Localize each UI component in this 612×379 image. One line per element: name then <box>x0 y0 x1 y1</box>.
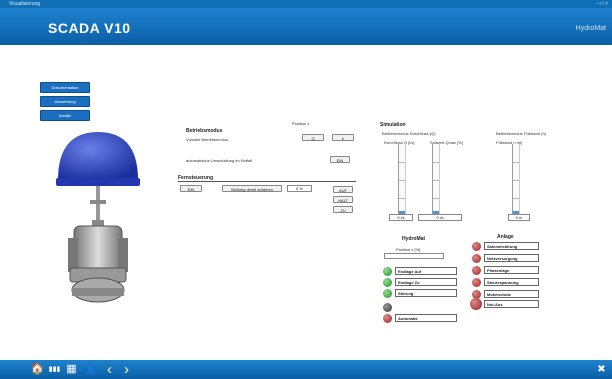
nav-channels-button[interactable]: Kanäle <box>40 110 90 121</box>
slider-tick <box>399 162 405 163</box>
status-lamp-icon <box>383 314 392 323</box>
endlage-zu-status: Endlage Zu <box>395 278 457 286</box>
grid-icon[interactable]: ▦ <box>64 362 79 377</box>
auto-switch-button[interactable]: EIN <box>330 156 350 163</box>
slider-tick <box>433 198 439 199</box>
endlage-auf-status: Endlage Auf <box>395 267 457 275</box>
mode-control-label: Vorwahl Betriebsmodus <box>186 137 229 142</box>
auto-switch-label: automatische Umschaltung im Notfall <box>186 158 253 163</box>
home-icon[interactable]: 🏠 <box>30 362 45 377</box>
nav-evaluation-button[interactable]: Auswertung <box>40 96 90 107</box>
close-icon[interactable]: ✖ <box>594 362 609 377</box>
halt-button[interactable]: HALT <box>333 196 353 203</box>
open-button[interactable]: AUF <box>333 186 353 193</box>
device-icon[interactable]: ▮▮▮ <box>47 362 62 377</box>
flow-value-field[interactable]: 0 l/s <box>389 214 413 221</box>
steuerspannung-status: Steuerspannung <box>484 278 539 286</box>
level-value-field[interactable]: 0 m <box>508 214 530 221</box>
close-gate-button[interactable]: ZU <box>333 206 353 213</box>
hydromat-heading: HydroMat <box>402 236 426 242</box>
brand-label: HydroMat <box>575 25 606 32</box>
back-icon[interactable]: ‹ <box>102 362 117 377</box>
status-lamp-icon <box>472 254 481 263</box>
window-controls[interactable]: – □ × <box>597 0 609 8</box>
phasenlage-status: Phasenlage <box>484 266 539 274</box>
slider-tick <box>513 198 519 199</box>
divider <box>178 181 356 182</box>
slider-tick <box>433 162 439 163</box>
not-aus-status: Not-Aus <box>484 300 539 308</box>
status-lamp-icon <box>472 242 481 251</box>
gate-illustration <box>56 132 140 303</box>
status-lamp-icon <box>383 278 392 287</box>
eye-lamp-icon <box>383 303 392 312</box>
user-icon[interactable]: 👤 <box>84 362 99 377</box>
window-titlebar: Visualisierung – □ × <box>0 0 612 8</box>
status-lamp-icon <box>383 267 392 276</box>
opening-direct-button[interactable]: Stellung direkt anfahren <box>222 185 282 192</box>
sammelstoerung-status: Sammelstörung <box>484 242 539 250</box>
hydromat-position-label: Position x [%] <box>396 247 421 252</box>
sim-level-mode-label: Betriebsmodus Füllstand (h) <box>496 131 547 136</box>
emergency-stop-icon[interactable] <box>470 298 482 310</box>
opening-value-field[interactable]: 0 % <box>287 185 312 192</box>
status-lamp-icon <box>383 289 392 298</box>
bottom-toolbar: 🏠 ▮▮▮ ▦ 👤 ‹ › ✖ <box>0 360 612 379</box>
slider-tick <box>399 180 405 181</box>
hydromat-position-bar <box>384 253 444 259</box>
sim-flow-mode-label: Betriebsmodus Durchfluss (Q) <box>382 131 436 136</box>
motorschutz-status: Motorschutz <box>484 290 539 298</box>
nav-documentation-button[interactable]: Dokumentation <box>40 82 90 93</box>
remote-on-button[interactable]: EIN <box>180 185 202 192</box>
app-header: SCADA V10 HydroMat <box>0 8 612 45</box>
setpoint-slider[interactable] <box>432 144 440 215</box>
mode-position-label: Position x <box>292 121 310 126</box>
status-lamp-icon <box>472 266 481 275</box>
forward-icon[interactable]: › <box>119 362 134 377</box>
netzversorgung-status: Netzversorgung <box>484 254 539 262</box>
simulation-heading: Simulation <box>380 122 406 128</box>
status-lamp-icon <box>472 278 481 287</box>
flow-slider[interactable] <box>398 144 406 215</box>
mode-heading: Betriebsmodus <box>186 128 223 134</box>
slider-tick <box>433 180 439 181</box>
slider-tick <box>513 162 519 163</box>
setpoint-value-field[interactable]: 0 l/s <box>418 214 462 221</box>
anlage-heading: Anlage <box>497 234 514 240</box>
mode-q-button[interactable]: Q <box>302 134 324 141</box>
stoerung-status: Störung <box>395 289 457 297</box>
window-title: Visualisierung <box>9 1 41 7</box>
slider-tick <box>399 198 405 199</box>
mode-h-button[interactable]: h <box>332 134 354 141</box>
app-logo: SCADA V10 <box>48 20 131 36</box>
automatik-status: Automatik <box>395 314 457 322</box>
level-slider[interactable] <box>512 144 520 215</box>
slider-tick <box>513 180 519 181</box>
